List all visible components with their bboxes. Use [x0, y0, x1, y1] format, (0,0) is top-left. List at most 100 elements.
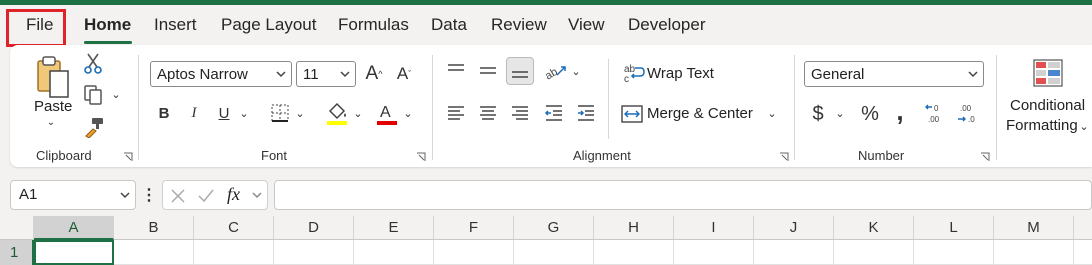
row-header[interactable]: 1 — [0, 240, 34, 265]
number-format-dropdown[interactable]: General — [804, 61, 984, 87]
conditional-formatting-label-line2[interactable]: Formatting — [1006, 117, 1078, 134]
column-header[interactable]: F — [434, 216, 514, 240]
paste-icon[interactable] — [30, 53, 74, 103]
active-tab-indicator — [84, 41, 132, 44]
font-color-icon[interactable]: A — [374, 99, 400, 127]
orientation-dropdown-chevron-icon[interactable]: ⌄ — [570, 61, 582, 81]
cell[interactable] — [834, 240, 914, 265]
alignment-group-label: Alignment — [573, 148, 631, 163]
increase-font-size-icon[interactable]: A ^ — [362, 61, 386, 87]
name-box-value: A1 — [19, 186, 38, 203]
paste-label[interactable]: Paste — [34, 98, 72, 115]
column-header[interactable]: I — [674, 216, 754, 240]
tab-data[interactable]: Data — [431, 15, 467, 35]
tab-developer[interactable]: Developer — [628, 15, 706, 35]
font-color-dropdown-chevron-icon[interactable]: ⌄ — [402, 103, 414, 123]
wrap-text-button[interactable]: Wrap Text — [647, 65, 714, 82]
conditional-formatting-chevron-icon[interactable]: ⌄ — [1078, 117, 1090, 135]
fill-color-dropdown-chevron-icon[interactable]: ⌄ — [352, 103, 364, 123]
increase-indent-icon[interactable] — [574, 101, 598, 125]
cell[interactable] — [194, 240, 274, 265]
format-painter-icon[interactable] — [82, 115, 106, 139]
merge-center-button[interactable]: Merge & Center — [647, 105, 753, 122]
column-header[interactable] — [1074, 216, 1092, 240]
decrease-font-size-icon[interactable]: Aˇ — [392, 61, 416, 87]
copy-icon[interactable] — [80, 83, 106, 107]
cell[interactable] — [1074, 240, 1092, 265]
copy-dropdown-chevron-icon[interactable]: ⌄ — [110, 87, 122, 101]
cut-icon[interactable] — [82, 51, 104, 75]
underline-dropdown-chevron-icon[interactable]: ⌄ — [238, 103, 250, 123]
selected-cell[interactable] — [34, 240, 114, 265]
cell[interactable] — [514, 240, 594, 265]
cell[interactable] — [994, 240, 1074, 265]
comma-style-button[interactable]: , — [892, 96, 908, 126]
cell[interactable] — [354, 240, 434, 265]
cell[interactable] — [274, 240, 354, 265]
number-dialog-launcher-icon[interactable] — [980, 152, 990, 162]
align-center-icon[interactable] — [476, 101, 500, 125]
cell[interactable] — [754, 240, 834, 265]
underline-button[interactable]: U — [212, 101, 236, 125]
column-header[interactable]: E — [354, 216, 434, 240]
decrease-decimal-icon[interactable]: .00.0 — [956, 101, 982, 127]
tab-review[interactable]: Review — [491, 15, 547, 35]
cell[interactable] — [594, 240, 674, 265]
increase-decimal-icon[interactable]: 0.00 — [924, 101, 950, 127]
fill-color-icon[interactable] — [324, 99, 350, 127]
enter-icon[interactable] — [197, 187, 215, 205]
tab-home[interactable]: Home — [84, 15, 131, 35]
font-name-dropdown[interactable]: Aptos Narrow — [150, 61, 292, 87]
formula-input[interactable] — [274, 180, 1092, 210]
font-size-dropdown[interactable]: 11 — [296, 61, 356, 87]
paste-dropdown-chevron-icon[interactable]: ⌄ — [44, 117, 58, 128]
column-header[interactable]: D — [274, 216, 354, 240]
column-header[interactable]: J — [754, 216, 834, 240]
select-all-corner[interactable] — [0, 216, 34, 240]
conditional-formatting-label-line1[interactable]: Conditional — [1010, 97, 1085, 114]
font-dialog-launcher-icon[interactable] — [416, 152, 426, 162]
cancel-icon[interactable] — [169, 187, 187, 205]
tab-view[interactable]: View — [568, 15, 605, 35]
wrap-text-icon[interactable]: ab c — [622, 61, 646, 85]
percent-style-button[interactable]: % — [858, 101, 882, 127]
more-options-icon[interactable]: ⋮ — [141, 184, 157, 206]
svg-text:ab: ab — [543, 66, 560, 81]
merge-center-icon[interactable] — [620, 103, 644, 125]
align-left-icon[interactable] — [444, 101, 468, 125]
chevron-down-icon[interactable] — [251, 189, 263, 203]
insert-function-button[interactable]: fx — [227, 184, 240, 205]
bold-button[interactable]: B — [152, 101, 176, 125]
conditional-formatting-icon[interactable] — [1030, 57, 1066, 89]
column-header[interactable]: G — [514, 216, 594, 240]
column-header[interactable]: C — [194, 216, 274, 240]
tab-formulas[interactable]: Formulas — [338, 15, 409, 35]
clipboard-dialog-launcher-icon[interactable] — [123, 152, 133, 162]
cell[interactable] — [914, 240, 994, 265]
middle-align-icon[interactable] — [476, 59, 500, 83]
bottom-align-icon[interactable] — [506, 57, 534, 85]
column-header[interactable]: M — [994, 216, 1074, 240]
borders-dropdown-chevron-icon[interactable]: ⌄ — [294, 103, 306, 123]
column-header[interactable]: H — [594, 216, 674, 240]
orientation-icon[interactable]: ab — [542, 59, 570, 83]
cell[interactable] — [114, 240, 194, 265]
column-header[interactable]: B — [114, 216, 194, 240]
borders-icon[interactable] — [268, 101, 292, 125]
alignment-dialog-launcher-icon[interactable] — [779, 152, 789, 162]
column-header[interactable]: K — [834, 216, 914, 240]
name-box[interactable]: A1 — [10, 180, 136, 210]
align-right-icon[interactable] — [508, 101, 532, 125]
tab-page-layout[interactable]: Page Layout — [221, 15, 316, 35]
tab-insert[interactable]: Insert — [154, 15, 197, 35]
decrease-indent-icon[interactable] — [542, 101, 566, 125]
currency-format-button[interactable]: $ — [808, 101, 828, 127]
merge-dropdown-chevron-icon[interactable]: ⌄ — [766, 103, 778, 123]
column-header[interactable]: A — [34, 216, 114, 240]
currency-dropdown-chevron-icon[interactable]: ⌄ — [834, 103, 846, 123]
italic-button[interactable]: I — [182, 101, 206, 125]
cell[interactable] — [434, 240, 514, 265]
cell[interactable] — [674, 240, 754, 265]
column-header[interactable]: L — [914, 216, 994, 240]
top-align-icon[interactable] — [444, 59, 468, 83]
